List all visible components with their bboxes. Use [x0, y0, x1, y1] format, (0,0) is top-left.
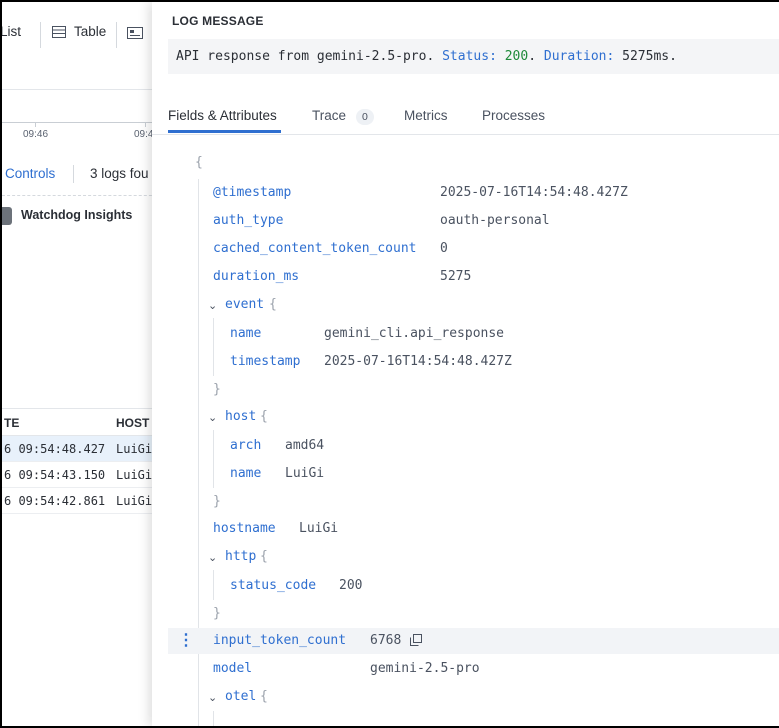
attr-key-auth-type[interactable]: auth_type: [213, 213, 283, 228]
divider: [40, 22, 41, 48]
more-options-icon[interactable]: ⋮: [178, 630, 194, 650]
copy-icon[interactable]: [410, 634, 422, 646]
view-tab-list-label: List: [2, 24, 22, 39]
row-host: LuiGi: [116, 442, 153, 456]
attr-value-auth-type[interactable]: oauth-personal: [440, 213, 550, 228]
attr-key-otel[interactable]: otel: [225, 689, 256, 704]
column-header-date[interactable]: TE: [4, 416, 19, 430]
table-row[interactable]: 6 09:54:48.427 LuiGi: [2, 436, 162, 462]
log-message-duration-value: 5275ms.: [622, 49, 677, 64]
column-header-host[interactable]: HOST: [116, 416, 149, 430]
attr-value-cached-content-token-count[interactable]: 0: [440, 241, 448, 256]
timeseries-icon: [127, 27, 143, 39]
divider: [73, 165, 74, 183]
attr-value-timestamp[interactable]: 2025-07-16T14:54:48.427Z: [440, 185, 628, 200]
tab-metrics[interactable]: Metrics: [404, 108, 448, 123]
tree-guide: [213, 711, 214, 726]
table-row[interactable]: 6 09:54:42.861 LuiGi: [2, 488, 162, 514]
table-row[interactable]: 6 09:54:43.150 LuiGi: [2, 462, 162, 488]
controls-link[interactable]: Controls: [5, 166, 55, 181]
attr-value-event-name[interactable]: gemini_cli.api_response: [324, 326, 504, 341]
log-message-text: API response from gemini-2.5-pro. Status…: [176, 49, 677, 64]
chevron-down-icon[interactable]: ⌄: [208, 299, 217, 312]
attr-value-status-code[interactable]: 200: [339, 578, 362, 593]
chevron-down-icon[interactable]: ⌄: [208, 691, 217, 704]
attr-value-input-token-count[interactable]: 6768: [370, 633, 401, 648]
otel-open-brace: {: [260, 689, 268, 704]
tree-guide: [213, 318, 214, 376]
log-message-duration-key: Duration:: [543, 49, 615, 64]
attr-key-input-token-count[interactable]: input_token_count: [213, 633, 346, 648]
view-tab-timeseries[interactable]: [127, 26, 143, 44]
host-close-brace: }: [213, 494, 221, 509]
log-message-prefix: API response from gemini-2.5-pro.: [176, 49, 435, 64]
attr-key-host-name[interactable]: name: [230, 466, 261, 481]
chevron-down-icon[interactable]: ⌄: [208, 551, 217, 564]
attr-value-model[interactable]: gemini-2.5-pro: [370, 661, 480, 676]
timeline-tick: [145, 122, 146, 127]
table-icon: [52, 25, 66, 38]
attr-key-host-arch[interactable]: arch: [230, 438, 261, 453]
event-open-brace: {: [269, 297, 277, 312]
detail-tabs: Fields & Attributes Trace 0 Metrics Proce…: [152, 102, 779, 135]
attr-value-duration-ms[interactable]: 5275: [440, 269, 471, 284]
tab-processes[interactable]: Processes: [482, 108, 545, 123]
attr-key-hostname[interactable]: hostname: [213, 521, 276, 536]
log-explorer-background: List Table 09:46 09:4 Controls 3 logs fo…: [2, 2, 162, 726]
view-tab-table[interactable]: Table: [52, 24, 106, 39]
attr-key-timestamp[interactable]: @timestamp: [213, 185, 291, 200]
http-close-brace: }: [213, 606, 221, 621]
tab-trace[interactable]: Trace 0: [312, 108, 374, 125]
attributes-tree: { @timestamp 2025-07-16T14:54:48.427Z au…: [152, 135, 779, 726]
attr-value-host-arch[interactable]: amd64: [285, 438, 324, 453]
attr-key-cached-content-token-count[interactable]: cached_content_token_count: [213, 241, 417, 256]
attr-key-http[interactable]: http: [225, 549, 256, 564]
root-open-brace: {: [195, 155, 203, 170]
log-table-header: TE HOST: [2, 408, 162, 436]
tree-guide: [213, 570, 214, 600]
tab-trace-label: Trace: [312, 108, 347, 123]
attr-key-status-code[interactable]: status_code: [230, 578, 316, 593]
event-close-brace: }: [213, 382, 221, 397]
log-message-box: API response from gemini-2.5-pro. Status…: [168, 39, 779, 74]
view-tab-list[interactable]: List: [2, 24, 21, 39]
timeline-tick-label: 09:4: [134, 129, 154, 140]
row-date: 6 09:54:43.150: [4, 468, 106, 482]
log-detail-panel: LOG MESSAGE API response from gemini-2.5…: [152, 2, 779, 726]
divider: [116, 22, 117, 48]
attr-value-host-name[interactable]: LuiGi: [285, 466, 324, 481]
http-open-brace: {: [260, 549, 268, 564]
attr-value-hostname[interactable]: LuiGi: [299, 521, 338, 536]
attr-key-event[interactable]: event: [225, 297, 264, 312]
log-message-status-key: Status:: [442, 49, 497, 64]
attr-key-host[interactable]: host: [225, 409, 256, 424]
logs-found-count: 3 logs fou: [90, 166, 149, 181]
row-date: 6 09:54:48.427: [4, 442, 106, 456]
attr-key-model[interactable]: model: [213, 661, 252, 676]
timeline-tick: [35, 122, 36, 127]
attr-key-event-name[interactable]: name: [230, 326, 261, 341]
watchdog-toggle[interactable]: [2, 207, 12, 225]
chevron-down-icon[interactable]: ⌄: [208, 411, 217, 424]
log-message-status-value: 200: [504, 49, 529, 64]
host-open-brace: {: [260, 409, 268, 424]
trace-count-badge: 0: [356, 109, 374, 125]
active-tab-indicator: [168, 130, 281, 133]
attr-value-event-timestamp[interactable]: 2025-07-16T14:54:48.427Z: [324, 354, 512, 369]
attr-key-event-timestamp[interactable]: timestamp: [230, 354, 300, 369]
tab-fields-attributes[interactable]: Fields & Attributes: [168, 108, 277, 123]
timeline-tick-label: 09:46: [23, 129, 49, 140]
row-host: LuiGi: [116, 494, 153, 508]
view-tab-table-label: Table: [74, 24, 107, 39]
attr-key-duration-ms[interactable]: duration_ms: [213, 269, 299, 284]
log-message-title: LOG MESSAGE: [172, 14, 264, 28]
row-date: 6 09:54:42.861: [4, 494, 106, 508]
watchdog-insights-label: Watchdog Insights: [21, 208, 133, 222]
tree-guide: [213, 430, 214, 488]
row-host: LuiGi: [116, 468, 153, 482]
divider: [2, 195, 162, 196]
log-message-separator: .: [528, 49, 537, 64]
timeline-axis: [2, 122, 162, 123]
view-toolbar: List Table: [2, 2, 162, 90]
